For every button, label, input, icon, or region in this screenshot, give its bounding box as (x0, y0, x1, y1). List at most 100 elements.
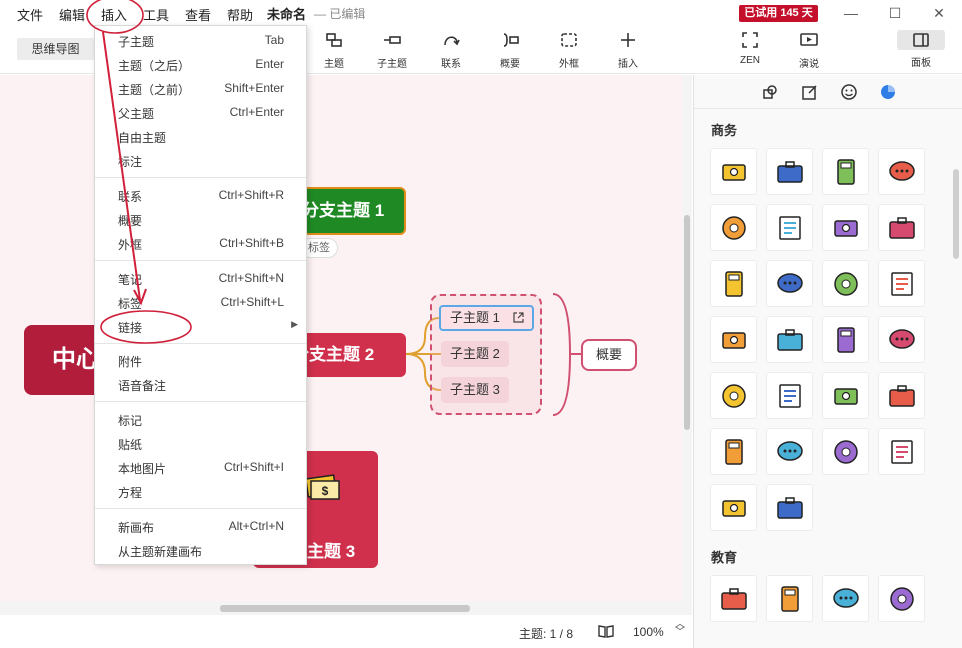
bar-chart-sticker-icon[interactable] (822, 428, 869, 475)
menu-item-floating-topic[interactable]: 自由主题 (95, 124, 306, 148)
subtopic-2[interactable]: 子主题 2 (441, 341, 509, 367)
menu-item-local-image[interactable]: 本地图片 Ctrl+Shift+I (95, 455, 306, 479)
menu-item-parent-topic[interactable]: 父主题 Ctrl+Enter (95, 100, 306, 124)
menu-item-callout[interactable]: 标注 (95, 148, 306, 172)
menu-separator (95, 508, 306, 509)
envelope-sticker-icon[interactable] (878, 204, 925, 251)
menu-item-topic-before[interactable]: 主题（之前） Shift+Enter (95, 76, 306, 100)
menu-item-sticker[interactable]: 贴纸 (95, 431, 306, 455)
menu-item-sheet-from-topic[interactable]: 从主题新建画布 (95, 538, 306, 562)
microphone-sticker-icon[interactable] (710, 484, 757, 531)
coffee-sticker-icon[interactable] (710, 204, 757, 251)
scroll-thumb[interactable] (684, 215, 690, 430)
contact-book-sticker-icon[interactable] (766, 204, 813, 251)
pendulum-sticker-icon[interactable] (878, 575, 925, 622)
mailbox-sticker-icon[interactable] (878, 260, 925, 307)
section-title-education: 教育 (711, 550, 738, 565)
menu-help[interactable]: 帮助 (227, 5, 253, 24)
menu-item-summary[interactable]: 概要 (95, 207, 306, 231)
flask-sticker-icon[interactable] (822, 575, 869, 622)
menu-file[interactable]: 文件 (17, 5, 43, 24)
zoom-stepper-icon[interactable]: ︿ ﹀ (675, 620, 685, 638)
printer-sticker-icon[interactable] (710, 372, 757, 419)
checklist-sticker-icon[interactable] (766, 428, 813, 475)
relationship-tool-button[interactable]: 联系 (427, 31, 475, 70)
menu-item-link[interactable]: 链接 ▶ (95, 314, 306, 338)
menu-view[interactable]: 查看 (185, 5, 211, 24)
menu-item-label: 方程 (118, 486, 143, 500)
subtopic-1[interactable]: 子主题 1 (439, 305, 534, 331)
format-pen-icon[interactable] (801, 83, 819, 101)
coins-sticker-icon[interactable] (878, 428, 925, 475)
canvas-vertical-scrollbar[interactable] (682, 75, 692, 615)
boundary-tool-button[interactable]: 外框 (545, 31, 593, 70)
globe-pin-sticker-icon[interactable] (822, 260, 869, 307)
panel-toggle-button[interactable]: 面板 (897, 30, 945, 70)
subtopic-icon (384, 36, 401, 44)
menu-insert[interactable]: 插入 (101, 5, 127, 24)
menu-item-label: 链接 (118, 321, 143, 335)
close-button[interactable]: ✕ (924, 2, 954, 24)
pitch-mode-button[interactable]: 演说 (785, 31, 833, 70)
subtopic-tool-label: 子主题 (377, 59, 407, 70)
document-search-sticker-icon[interactable] (710, 260, 757, 307)
target-sticker-icon[interactable] (822, 372, 869, 419)
status-bar: 主题: 1 / 8 100% ︿ ﹀ (0, 615, 692, 648)
menu-item-relationship[interactable]: 联系 Ctrl+Shift+R (95, 183, 306, 207)
link-icon[interactable] (512, 311, 525, 324)
atom-sticker-icon[interactable] (710, 575, 757, 622)
fullscreen-icon (742, 32, 758, 48)
id-card-sticker-icon[interactable] (766, 484, 813, 531)
menu-item-subtopic[interactable]: 子主题 Tab (95, 28, 306, 52)
menu-item-topic-after[interactable]: 主题（之后） Enter (95, 52, 306, 76)
vinyl-sticker-icon[interactable] (710, 316, 757, 363)
scale-sticker-icon[interactable] (766, 575, 813, 622)
magnifier-chart-sticker-icon[interactable] (766, 372, 813, 419)
minimize-button[interactable]: — (836, 2, 866, 24)
insert-tool-button[interactable]: 插入 (604, 31, 652, 70)
zen-mode-label: ZEN (740, 55, 760, 66)
style-shapes-icon[interactable] (761, 83, 779, 101)
topic-tool-button[interactable]: 主题 (310, 31, 358, 70)
summary-topic[interactable]: 概要 (581, 339, 637, 371)
book-sticker-icon[interactable] (822, 316, 869, 363)
chat-sticker-icon[interactable] (878, 148, 925, 195)
menu-item-new-sheet[interactable]: 新画布 Alt+Ctrl+N (95, 514, 306, 538)
briefcase-sticker-icon[interactable] (766, 148, 813, 195)
clock-sticker-icon[interactable] (710, 428, 757, 475)
subtopic-tool-button[interactable]: 子主题 (368, 31, 416, 70)
menu-item-notes[interactable]: 笔记 Ctrl+Shift+N (95, 266, 306, 290)
maximize-button[interactable]: ☐ (880, 2, 910, 24)
newspaper-sticker-icon[interactable] (766, 316, 813, 363)
smiley-icon[interactable] (840, 83, 858, 101)
summary-tool-button[interactable]: 概要 (486, 31, 534, 70)
folder-sticker-icon[interactable] (766, 260, 813, 307)
relationship-tool-label: 联系 (441, 59, 461, 70)
trial-badge[interactable]: 已试用 145 天 (739, 5, 818, 22)
zoom-level[interactable]: 100% (633, 625, 664, 639)
menu-item-boundary[interactable]: 外框 Ctrl+Shift+B (95, 231, 306, 255)
money-sticker-icon[interactable] (710, 148, 757, 195)
menu-item-attachment[interactable]: 附件 (95, 348, 306, 372)
team-sticker-icon[interactable] (878, 372, 925, 419)
contact-book-sticker-icon-glyph (778, 215, 801, 240)
canvas-horizontal-scrollbar[interactable] (0, 601, 692, 615)
mindmap-mode-button[interactable]: 思维导图 (17, 38, 94, 60)
menu-item-marker[interactable]: 标记 (95, 407, 306, 431)
id-card-sticker-icon-glyph (776, 496, 803, 519)
scroll-thumb[interactable] (220, 605, 470, 612)
sticker-tab-icon[interactable] (879, 83, 897, 101)
menu-item-label-tag[interactable]: 标签 Ctrl+Shift+L (95, 290, 306, 314)
calculator-sticker-icon[interactable] (822, 148, 869, 195)
subtopic-3[interactable]: 子主题 3 (441, 377, 509, 403)
scroll-thumb[interactable] (953, 169, 959, 259)
presentation-sticker-icon[interactable] (878, 316, 925, 363)
menu-item-audio-note[interactable]: 语音备注 (95, 372, 306, 396)
menu-tools[interactable]: 工具 (143, 5, 169, 24)
menu-edit[interactable]: 编辑 (59, 5, 85, 24)
menu-item-equation[interactable]: 方程 (95, 479, 306, 503)
support-agent-sticker-icon[interactable] (822, 204, 869, 251)
panel-scrollbar[interactable] (951, 109, 961, 648)
zen-mode-button[interactable]: ZEN (726, 31, 774, 66)
outline-book-icon[interactable] (598, 624, 614, 638)
